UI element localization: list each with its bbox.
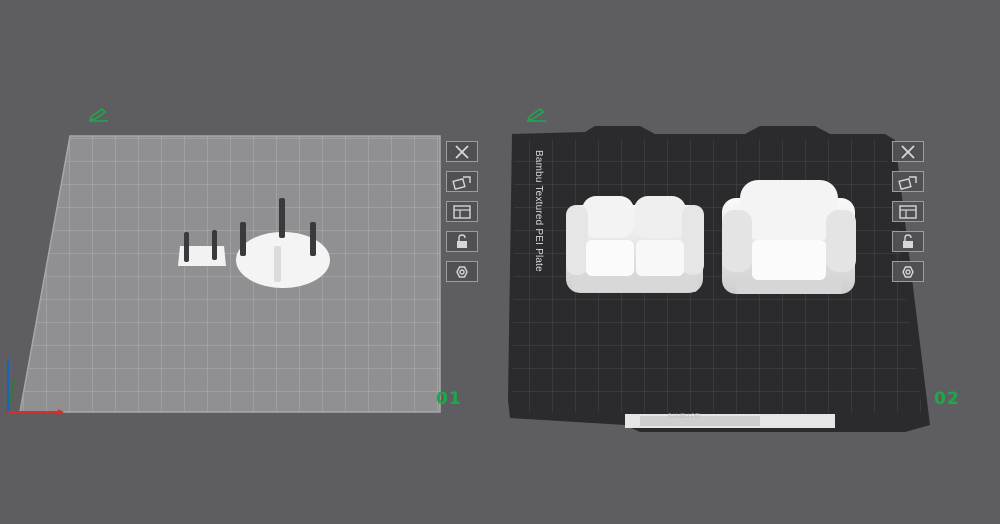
bed-type-label: Bambu Textured PEI Plate — [533, 150, 544, 272]
arrange-button[interactable] — [892, 201, 924, 222]
plate-number-1: 01 — [436, 389, 462, 409]
lock-icon — [903, 233, 913, 248]
lock-plate-button[interactable] — [892, 231, 924, 252]
auto-orient-button[interactable] — [892, 171, 924, 192]
arrange-button[interactable] — [446, 201, 478, 222]
plate-1-bed[interactable] — [19, 135, 441, 413]
plate-settings-button[interactable] — [892, 261, 924, 282]
plate-settings-button[interactable] — [446, 261, 478, 282]
plate-2-toolbar — [892, 141, 926, 291]
arrange-icon — [453, 204, 471, 219]
edit-plate-1-icon[interactable] — [88, 108, 110, 122]
plate-1-toolbar — [446, 141, 480, 291]
bed-strip-label: BAMBU PEI — [668, 414, 701, 420]
settings-icon — [902, 265, 914, 278]
close-icon — [901, 144, 915, 159]
auto-orient-button[interactable] — [446, 171, 478, 192]
close-icon — [455, 144, 469, 159]
auto-orient-icon — [898, 175, 917, 190]
arrange-icon — [899, 204, 917, 219]
edit-plate-2-icon[interactable] — [526, 108, 548, 122]
delete-plate-button[interactable] — [892, 141, 924, 162]
lock-icon — [457, 233, 467, 248]
delete-plate-button[interactable] — [446, 141, 478, 162]
plate-number-2: 02 — [934, 389, 960, 409]
lock-plate-button[interactable] — [446, 231, 478, 252]
loveseat-model[interactable] — [566, 196, 704, 293]
armchair-model[interactable] — [722, 180, 856, 294]
3d-viewport[interactable] — [0, 0, 1000, 524]
auto-orient-icon — [452, 175, 471, 190]
settings-icon — [456, 265, 468, 278]
